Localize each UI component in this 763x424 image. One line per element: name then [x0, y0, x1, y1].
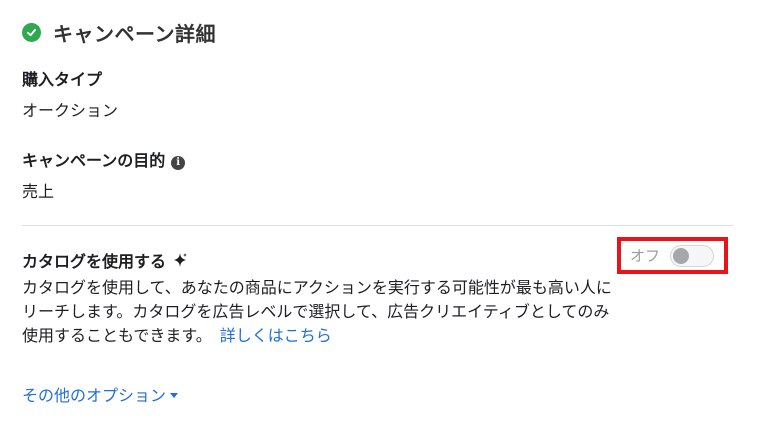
section-divider: [22, 225, 733, 226]
catalog-toggle-container: オフ: [617, 237, 728, 274]
more-options-link[interactable]: その他のオプション: [22, 382, 179, 406]
section-title: キャンペーン詳細: [53, 22, 216, 46]
purchase-type-value: オークション: [22, 101, 119, 120]
check-circle-icon: [22, 23, 41, 42]
catalog-toggle-switch[interactable]: [670, 244, 714, 267]
catalog-title: カタログを使用する: [22, 252, 167, 271]
caret-down-icon: [170, 392, 179, 398]
catalog-title-row: カタログを使用する: [22, 248, 188, 272]
info-icon[interactable]: i: [171, 155, 186, 170]
objective-label: キャンペーンの目的: [22, 151, 166, 170]
objective-value: 売上: [22, 182, 55, 201]
objective-label-row: キャンペーンの目的 i: [22, 147, 186, 171]
catalog-description-block: カタログを使用して、あなたの商品にアクションを実行する可能性が最も高い人にリーチ…: [22, 276, 622, 348]
toggle-state-label: オフ: [629, 247, 660, 265]
purchase-type-label: 購入タイプ: [22, 70, 103, 89]
campaign-details-header: キャンペーン詳細: [22, 18, 216, 47]
learn-more-link[interactable]: 詳しくはこちら: [220, 326, 332, 345]
more-options-label: その他のオプション: [22, 386, 167, 405]
sparkle-icon: [172, 252, 188, 268]
toggle-knob: [673, 247, 689, 264]
